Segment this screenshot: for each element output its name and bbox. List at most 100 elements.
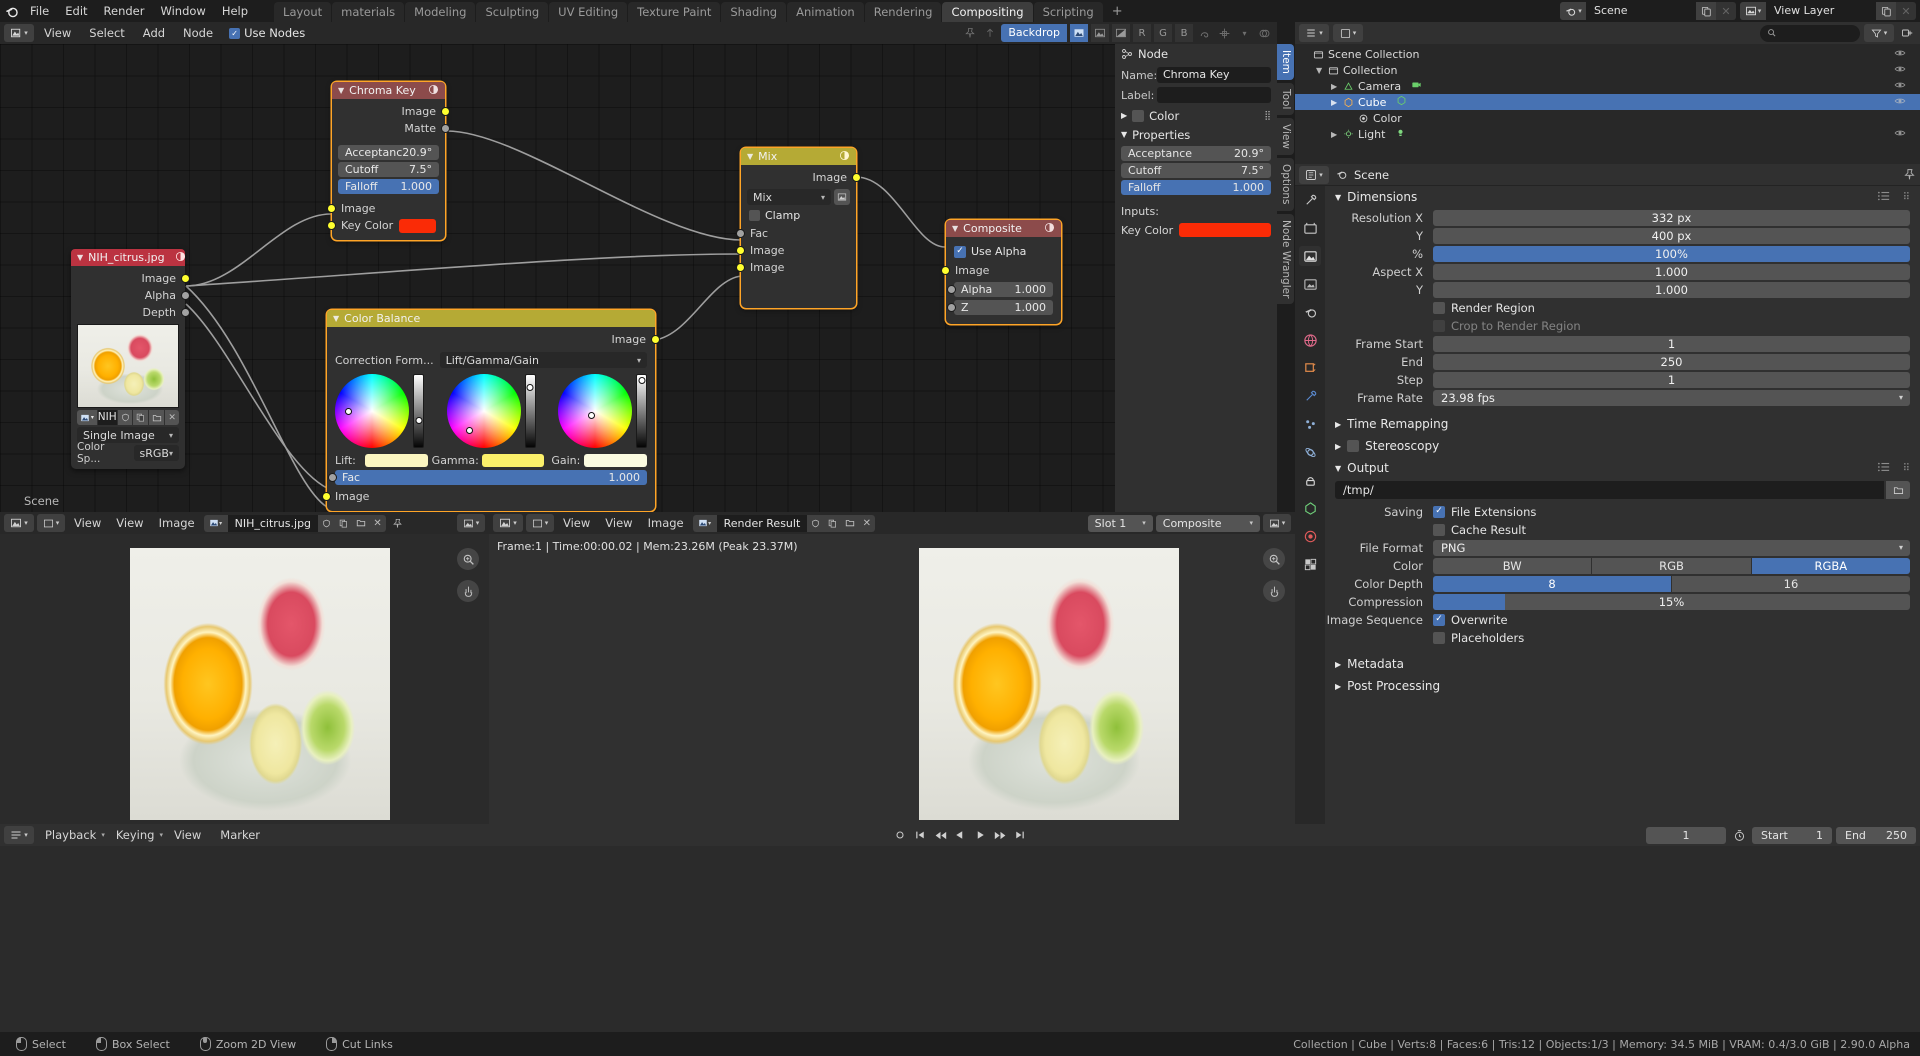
snap-magnet-icon[interactable]	[1216, 24, 1233, 42]
channel-b-button[interactable]: B	[1175, 24, 1193, 42]
output-path-browse-button[interactable]	[1886, 481, 1910, 499]
parent-node-tree-icon[interactable]	[981, 24, 998, 42]
workspace-tab-scripting[interactable]: Scripting	[1033, 2, 1103, 22]
viewer-display-channels[interactable]: ▾	[1263, 514, 1291, 532]
node-prop-alpha[interactable]: Alpha 1.000	[947, 282, 1053, 297]
add-workspace-button[interactable]: +	[1104, 2, 1131, 22]
socket-dot-in-image[interactable]	[322, 492, 331, 501]
outliner-row-scene-collection[interactable]: Scene Collection	[1295, 46, 1920, 62]
node-preview-icon[interactable]	[839, 150, 850, 164]
node-canvas[interactable]: ▼ Chroma Key Image Matte Acceptanc 20.9°…	[0, 44, 1115, 512]
node-socket-in-image-2[interactable]: Image	[736, 259, 856, 276]
sidebar-tab-item[interactable]: Item	[1277, 44, 1294, 80]
properties-tab-modifiers[interactable]	[1299, 386, 1321, 406]
play-icon[interactable]	[971, 826, 989, 844]
segment-bw[interactable]: BW	[1433, 557, 1592, 574]
segment-rgba[interactable]: RGBA	[1751, 557, 1910, 574]
node-prop-z[interactable]: Z 1.000	[947, 300, 1053, 315]
lift-value-slider[interactable]	[413, 374, 424, 448]
properties-section-dimensions[interactable]: ▼ Dimensions ⠿	[1325, 186, 1920, 208]
frame-end-field[interactable]: End 250	[1836, 826, 1916, 844]
outliner-row-color[interactable]: Color	[1295, 110, 1920, 126]
socket-dot-image[interactable]	[441, 107, 450, 116]
properties-row-value[interactable]: 250	[1433, 353, 1910, 370]
menu-edit[interactable]: Edit	[57, 0, 95, 22]
section-options-icon[interactable]	[1877, 190, 1891, 205]
key-color-swatch[interactable]	[399, 218, 436, 233]
image-editor-mode-selector[interactable]: ▾	[37, 514, 65, 532]
socket-dot-in-fac[interactable]	[736, 229, 745, 238]
properties-tab-particles[interactable]	[1299, 414, 1321, 434]
copy-render-icon[interactable]	[824, 514, 842, 532]
expand-triangle-icon[interactable]: ▶	[1335, 442, 1341, 451]
viewer-pass-selector[interactable]: Composite ▾	[1155, 514, 1260, 532]
node-chroma-key[interactable]: ▼ Chroma Key Image Matte Acceptanc 20.9°…	[327, 82, 450, 240]
open-image-folder-icon[interactable]	[149, 410, 165, 425]
segment-8[interactable]: 8	[1433, 575, 1671, 592]
node-socket-in-image[interactable]: Image	[322, 488, 655, 505]
node-menu-select[interactable]: Select	[81, 22, 132, 44]
timeline-menu-keying[interactable]: Keying	[108, 824, 163, 846]
lift-wheel-handle[interactable]	[345, 408, 353, 416]
blender-logo-icon[interactable]	[0, 0, 22, 22]
node-preview-icon[interactable]	[428, 84, 439, 98]
collapse-triangle-icon[interactable]: ▼	[1335, 193, 1341, 202]
workspace-tab-sculpting[interactable]: Sculpting	[476, 2, 549, 22]
node-socket-out-image[interactable]: Image	[71, 270, 190, 287]
properties-section-stereoscopy[interactable]: ▶ Stereoscopy	[1325, 435, 1920, 457]
node-properties-section[interactable]: ▼ Properties	[1115, 125, 1277, 144]
timeline-menu-playback[interactable]: Playback	[37, 824, 104, 846]
visibility-eye-icon[interactable]	[1894, 63, 1906, 78]
sidebar-tab-options[interactable]: Options	[1277, 158, 1294, 211]
collapse-triangle-icon[interactable]: ▼	[952, 224, 958, 233]
visibility-eye-icon[interactable]	[1894, 95, 1906, 110]
node-image-header[interactable]: ▼ NIH_citrus.jpg	[71, 249, 185, 266]
disclosure-triangle-icon[interactable]: ▼	[1316, 66, 1324, 75]
menu-help[interactable]: Help	[214, 0, 256, 22]
new-image-copy-icon[interactable]	[133, 410, 149, 425]
outliner-row-collection[interactable]: ▼ Collection	[1295, 62, 1920, 78]
image-editor-display-channels[interactable]: ▾	[457, 514, 485, 532]
expand-triangle-icon[interactable]: ▶	[1335, 660, 1341, 669]
collapse-triangle-icon[interactable]: ▼	[338, 86, 344, 95]
node-socket-out-alpha[interactable]: Alpha	[71, 287, 190, 304]
sidebar-prop-falloff[interactable]: Falloff 1.000	[1121, 180, 1271, 195]
socket-dot-image[interactable]	[852, 173, 861, 182]
outliner-row-light[interactable]: ▶ Light	[1295, 126, 1920, 142]
node-prop-acceptance[interactable]: Acceptanc 20.9°	[338, 145, 439, 160]
gain-wheel-handle[interactable]	[588, 412, 596, 420]
output-path-field[interactable]: /tmp/	[1335, 481, 1884, 499]
node-menu-node[interactable]: Node	[175, 22, 221, 44]
workspace-tab-modeling[interactable]: Modeling	[405, 2, 476, 22]
workspace-tab-compositing[interactable]: Compositing	[942, 2, 1033, 22]
checkbox[interactable]	[1433, 523, 1445, 536]
checkbox[interactable]	[1433, 613, 1445, 626]
visibility-eye-icon[interactable]	[1894, 127, 1906, 142]
workspace-tab-materials[interactable]: materials	[332, 2, 405, 22]
overlays-icon[interactable]	[1256, 24, 1273, 42]
new-scene-button[interactable]	[1696, 2, 1716, 20]
backdrop-image-icon[interactable]	[1070, 24, 1088, 42]
properties-row-value[interactable]: 332 px	[1433, 209, 1910, 226]
node-socket-out-image[interactable]: Image	[327, 331, 660, 348]
collapse-triangle-icon[interactable]: ▼	[77, 253, 83, 262]
outliner-filter-button[interactable]: ▾	[1864, 24, 1894, 42]
node-socket-out-image[interactable]: Image	[741, 169, 861, 186]
node-socket-in-image[interactable]: Image	[327, 200, 445, 217]
image-editor-pin-icon[interactable]	[389, 515, 405, 532]
viewer-menu-view2[interactable]: View	[599, 512, 638, 534]
properties-section-post-processing[interactable]: ▶ Post Processing	[1325, 675, 1920, 697]
node-color-balance[interactable]: ▼ Color Balance Image Correction Form...…	[322, 310, 660, 511]
proportional-edit-icon[interactable]: ▾	[1236, 24, 1253, 42]
editor-type-selector[interactable]: ▾	[4, 24, 34, 42]
socket-dot-fac[interactable]	[328, 473, 337, 482]
gamma-value-slider[interactable]	[524, 374, 536, 448]
disclosure-triangle-icon[interactable]: ▶	[1331, 82, 1339, 91]
properties-editor-type-selector[interactable]: ▾	[1299, 165, 1329, 184]
checkbox[interactable]	[1433, 631, 1445, 644]
image-browse-icon[interactable]: ▾	[77, 410, 97, 425]
clamp-checkbox[interactable]	[749, 210, 760, 221]
node-image[interactable]: ▼ NIH_citrus.jpg Image Alpha Depth ▾ NIH…	[71, 249, 190, 469]
gamma-color-wheel[interactable]	[446, 374, 521, 448]
socket-dot-in-image-1[interactable]	[736, 246, 745, 255]
